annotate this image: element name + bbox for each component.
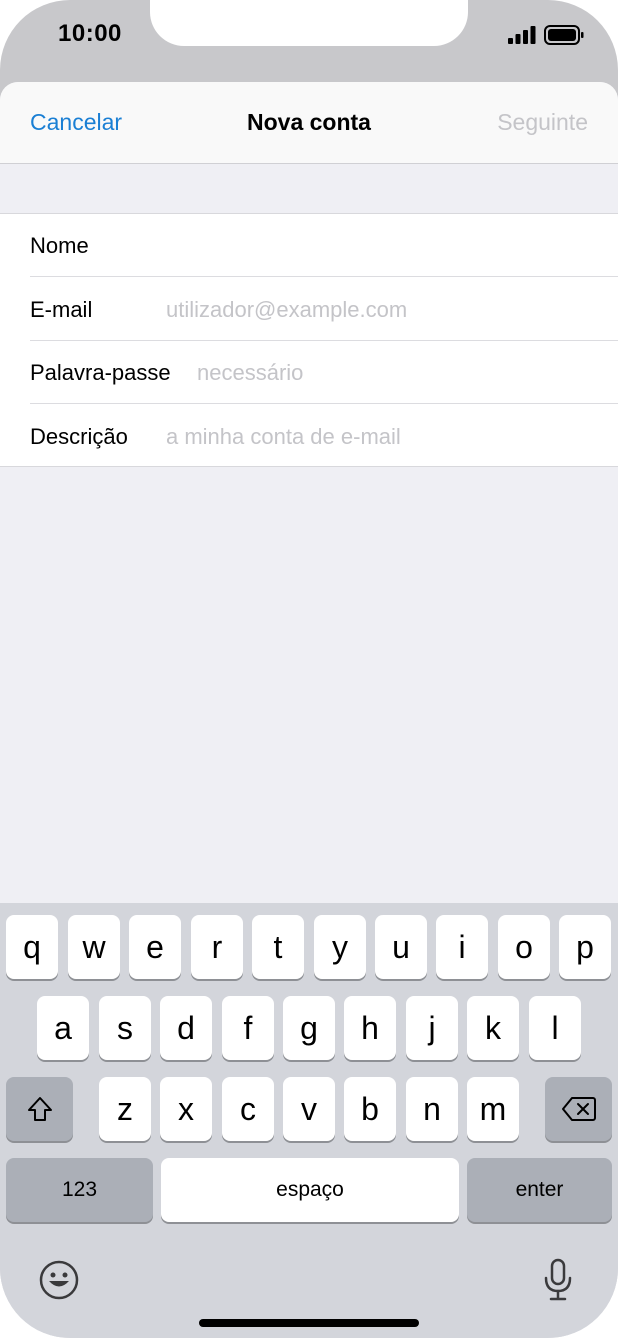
name-row[interactable]: Nome <box>0 214 618 277</box>
divider <box>30 276 618 277</box>
shift-key[interactable] <box>6 1077 73 1141</box>
key-s[interactable]: s <box>99 996 151 1060</box>
password-row[interactable]: Palavra-passe necessário <box>0 341 618 404</box>
home-indicator[interactable] <box>199 1319 419 1327</box>
key-g[interactable]: g <box>283 996 335 1060</box>
email-row[interactable]: E-mail utilizador@example.com <box>0 278 618 341</box>
microphone-button[interactable] <box>543 1258 573 1302</box>
description-row[interactable]: Descrição a minha conta de e-mail <box>0 405 618 468</box>
notch <box>150 0 468 46</box>
key-u[interactable]: u <box>375 915 427 979</box>
key-d[interactable]: d <box>160 996 212 1060</box>
key-i[interactable]: i <box>436 915 488 979</box>
emoji-icon <box>39 1260 79 1300</box>
key-c[interactable]: c <box>222 1077 274 1141</box>
divider <box>30 403 618 404</box>
key-m[interactable]: m <box>467 1077 519 1141</box>
key-z[interactable]: z <box>99 1077 151 1141</box>
key-l[interactable]: l <box>529 996 581 1060</box>
description-label: Descrição <box>30 424 128 449</box>
phone-frame: 10:00 Cancelar Nova conta Seguinte Nome <box>0 0 618 1338</box>
status-time: 10:00 <box>58 20 122 47</box>
account-form: Nome E-mail utilizador@example.com Palav… <box>0 213 618 467</box>
key-a[interactable]: a <box>37 996 89 1060</box>
key-n[interactable]: n <box>406 1077 458 1141</box>
key-t[interactable]: t <box>252 915 304 979</box>
email-field[interactable]: utilizador@example.com <box>166 297 407 323</box>
name-label: Nome <box>30 233 89 258</box>
key-j[interactable]: j <box>406 996 458 1060</box>
navigation-bar: Cancelar Nova conta Seguinte <box>0 82 618 164</box>
shift-icon <box>27 1097 52 1121</box>
enter-key[interactable]: enter <box>467 1158 612 1222</box>
password-field[interactable]: necessário <box>197 360 303 386</box>
key-w[interactable]: w <box>68 915 120 979</box>
key-b[interactable]: b <box>344 1077 396 1141</box>
key-f[interactable]: f <box>222 996 274 1060</box>
backspace-icon <box>561 1097 596 1121</box>
key-k[interactable]: k <box>467 996 519 1060</box>
next-button[interactable]: Seguinte <box>497 109 588 136</box>
key-r[interactable]: r <box>191 915 243 979</box>
cancel-button[interactable]: Cancelar <box>30 109 122 136</box>
description-field[interactable]: a minha conta de e-mail <box>166 424 401 450</box>
key-v[interactable]: v <box>283 1077 335 1141</box>
keyboard: q w e r t y u i o p a s d f g h j k l z … <box>0 903 618 1338</box>
key-x[interactable]: x <box>160 1077 212 1141</box>
key-y[interactable]: y <box>314 915 366 979</box>
microphone-icon <box>544 1258 572 1301</box>
backspace-key[interactable] <box>545 1077 612 1141</box>
key-p[interactable]: p <box>559 915 611 979</box>
numbers-key[interactable]: 123 <box>6 1158 153 1222</box>
email-label: E-mail <box>30 297 93 322</box>
signal-icon <box>508 26 536 44</box>
battery-icon <box>544 25 584 45</box>
key-h[interactable]: h <box>344 996 396 1060</box>
space-key[interactable]: espaço <box>161 1158 459 1222</box>
key-q[interactable]: q <box>6 915 58 979</box>
key-o[interactable]: o <box>498 915 550 979</box>
status-icons <box>508 25 584 45</box>
password-label: Palavra-passe <box>30 360 171 385</box>
emoji-button[interactable] <box>39 1260 79 1300</box>
key-e[interactable]: e <box>129 915 181 979</box>
